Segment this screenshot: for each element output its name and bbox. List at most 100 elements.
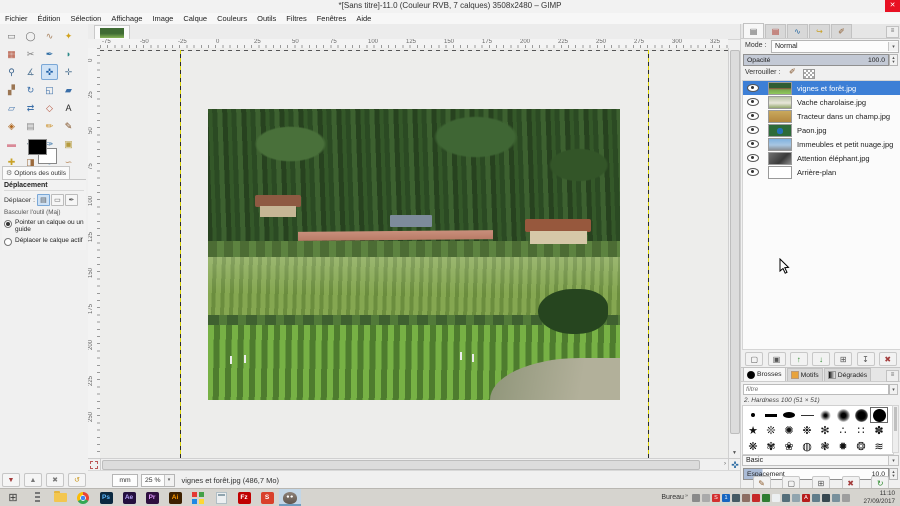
brush-item[interactable]: ❉ bbox=[798, 423, 816, 439]
tray-icon[interactable] bbox=[822, 494, 830, 502]
menu-item[interactable]: Filtres bbox=[281, 14, 311, 23]
tray-icon[interactable] bbox=[792, 494, 800, 502]
layer-row[interactable]: Immeubles et petit nuage.jpg bbox=[743, 137, 900, 151]
menu-item[interactable]: Couleurs bbox=[212, 14, 252, 23]
image-tab[interactable] bbox=[94, 25, 130, 40]
menu-item[interactable]: Aide bbox=[351, 14, 376, 23]
tool-color-picker[interactable]: ◗ bbox=[60, 46, 77, 62]
brush-item[interactable]: ❀ bbox=[780, 439, 798, 455]
tab-patterns[interactable]: Motifs bbox=[787, 368, 823, 381]
brush-item[interactable]: ❊ bbox=[762, 423, 780, 439]
tray-icon[interactable] bbox=[752, 494, 760, 502]
tool-rectangle-select[interactable]: ▭ bbox=[3, 28, 20, 44]
tray-icon[interactable] bbox=[732, 494, 740, 502]
start-button[interactable]: ⊞ bbox=[0, 489, 26, 506]
tool-text[interactable]: A bbox=[60, 100, 77, 116]
brush-filter-input[interactable] bbox=[743, 384, 889, 395]
tray-icon[interactable]: S bbox=[712, 494, 720, 502]
file-explorer[interactable] bbox=[49, 489, 71, 506]
opacity-spinner[interactable]: ▲▼ bbox=[889, 54, 898, 66]
anchor-layer-button[interactable]: ↧ bbox=[857, 352, 875, 366]
desktop-toolbar[interactable]: Bureau » bbox=[661, 494, 688, 501]
layer-visibility-eye-icon[interactable] bbox=[747, 112, 759, 120]
lower-layer-button[interactable]: ↓ bbox=[812, 352, 830, 366]
tab-paths[interactable]: ∿ bbox=[787, 24, 808, 38]
tool-zoom[interactable]: ⚲ bbox=[3, 64, 20, 80]
brush-item[interactable]: ∷ bbox=[852, 423, 870, 439]
premiere[interactable]: Pr bbox=[141, 489, 163, 506]
restore-tool-preset-button[interactable]: ▲ bbox=[24, 473, 42, 487]
new-layer-group-button[interactable]: ▣ bbox=[768, 352, 786, 366]
layer-row[interactable]: Vache charolaise.jpg bbox=[743, 95, 900, 109]
tray-icon[interactable] bbox=[702, 494, 710, 502]
tool-eraser[interactable]: ▬ bbox=[3, 136, 20, 152]
layer-visibility-eye-icon[interactable] bbox=[747, 140, 759, 148]
tool-free-select[interactable]: ∿ bbox=[41, 28, 58, 44]
tray-icon[interactable] bbox=[842, 494, 850, 502]
brush-item[interactable]: ✺ bbox=[780, 423, 798, 439]
chrome[interactable] bbox=[72, 489, 94, 506]
tool-gradient[interactable]: ▤ bbox=[22, 118, 39, 134]
sublime[interactable]: S bbox=[256, 489, 278, 506]
lock-alpha-icon[interactable] bbox=[803, 69, 815, 79]
brush-item[interactable] bbox=[852, 407, 870, 423]
menu-item[interactable]: Calque bbox=[178, 14, 212, 23]
brush-item[interactable]: ❋ bbox=[744, 439, 762, 455]
photoshop[interactable]: Ps bbox=[95, 489, 117, 506]
after-effects[interactable]: Ae bbox=[118, 489, 140, 506]
tray-icon[interactable] bbox=[812, 494, 820, 502]
brush-item[interactable]: ✹ bbox=[834, 439, 852, 455]
vertical-scrollbar-thumb[interactable] bbox=[730, 50, 740, 434]
layer-mode-dropdown[interactable]: Normal ▾ bbox=[771, 40, 899, 53]
save-tool-preset-button[interactable]: ▼ bbox=[2, 473, 20, 487]
layer-row[interactable]: vignes et forêt.jpg bbox=[743, 81, 900, 95]
tray-icon[interactable] bbox=[762, 494, 770, 502]
layer-visibility-eye-icon[interactable] bbox=[747, 98, 759, 106]
tray-icon[interactable] bbox=[782, 494, 790, 502]
canvas-viewport[interactable] bbox=[100, 48, 728, 458]
tool-fuzzy-select[interactable]: ✦ bbox=[60, 28, 77, 44]
tab-channels[interactable]: ▤ bbox=[765, 24, 786, 38]
reset-tool-options-button[interactable]: ↺ bbox=[68, 473, 86, 487]
task-view[interactable] bbox=[26, 489, 48, 506]
menu-item[interactable]: Outils bbox=[252, 14, 281, 23]
dock-menu-button[interactable]: ≡ bbox=[886, 370, 899, 382]
dock-menu-button[interactable]: ≡ bbox=[886, 26, 899, 38]
toolbar-overflow-chevron[interactable]: » bbox=[685, 493, 688, 499]
filezilla[interactable]: Fz bbox=[233, 489, 255, 506]
tool-flip[interactable]: ⇄ bbox=[22, 100, 39, 116]
tool-ellipse-select[interactable]: ◯ bbox=[22, 28, 39, 44]
tool-scissors[interactable]: ✂ bbox=[22, 46, 39, 62]
brush-item[interactable] bbox=[762, 407, 780, 423]
tray-icon[interactable]: 1 bbox=[722, 494, 730, 502]
scroll-right-arrow[interactable]: › bbox=[724, 460, 726, 469]
delete-tool-preset-button[interactable]: ✖ bbox=[46, 473, 64, 487]
menu-item[interactable]: Fichier bbox=[0, 14, 33, 23]
tray-icon[interactable] bbox=[772, 494, 780, 502]
layer-row[interactable]: Tracteur dans un champ.jpg bbox=[743, 109, 900, 123]
duplic)ate-layer-button[interactable]: ⊞ bbox=[834, 352, 852, 366]
tab-gradients[interactable]: Dégradés bbox=[824, 368, 871, 381]
tool-move[interactable]: ✜ bbox=[41, 64, 58, 80]
tab-tool-options[interactable]: ✐ bbox=[831, 24, 852, 38]
radio-pick-layer-or-guide[interactable]: Pointer un calque ou un guide bbox=[4, 219, 84, 234]
chevron-down-icon[interactable]: ▾ bbox=[889, 384, 898, 395]
opacity-slider[interactable]: Opacité 100.0 bbox=[743, 54, 889, 66]
layer-row[interactable]: Attention éléphant.jpg bbox=[743, 151, 900, 165]
brush-item[interactable] bbox=[870, 407, 888, 423]
radio-move-active-layer[interactable]: Déplacer le calque actif bbox=[4, 237, 84, 246]
brush-grid-scrollbar[interactable] bbox=[892, 405, 899, 453]
tool-cage-transform[interactable]: ◇ bbox=[41, 100, 58, 116]
horizontal-scrollbar-thumb[interactable] bbox=[102, 460, 700, 470]
scroll-down-arrow[interactable]: ▼ bbox=[729, 449, 740, 458]
tool-shear[interactable]: ▰ bbox=[60, 82, 77, 98]
unit-dropdown[interactable]: mm bbox=[112, 474, 138, 487]
brush-item[interactable]: ✻ bbox=[816, 423, 834, 439]
brush-item[interactable] bbox=[744, 407, 762, 423]
brush-item[interactable]: ◍ bbox=[798, 439, 816, 455]
layer-visibility-eye-icon[interactable] bbox=[747, 84, 759, 92]
brush-item[interactable]: ★ bbox=[744, 423, 762, 439]
tray-icon[interactable] bbox=[692, 494, 700, 502]
tab-undo-history[interactable]: ↪ bbox=[809, 24, 830, 38]
brush-item[interactable] bbox=[780, 407, 798, 423]
